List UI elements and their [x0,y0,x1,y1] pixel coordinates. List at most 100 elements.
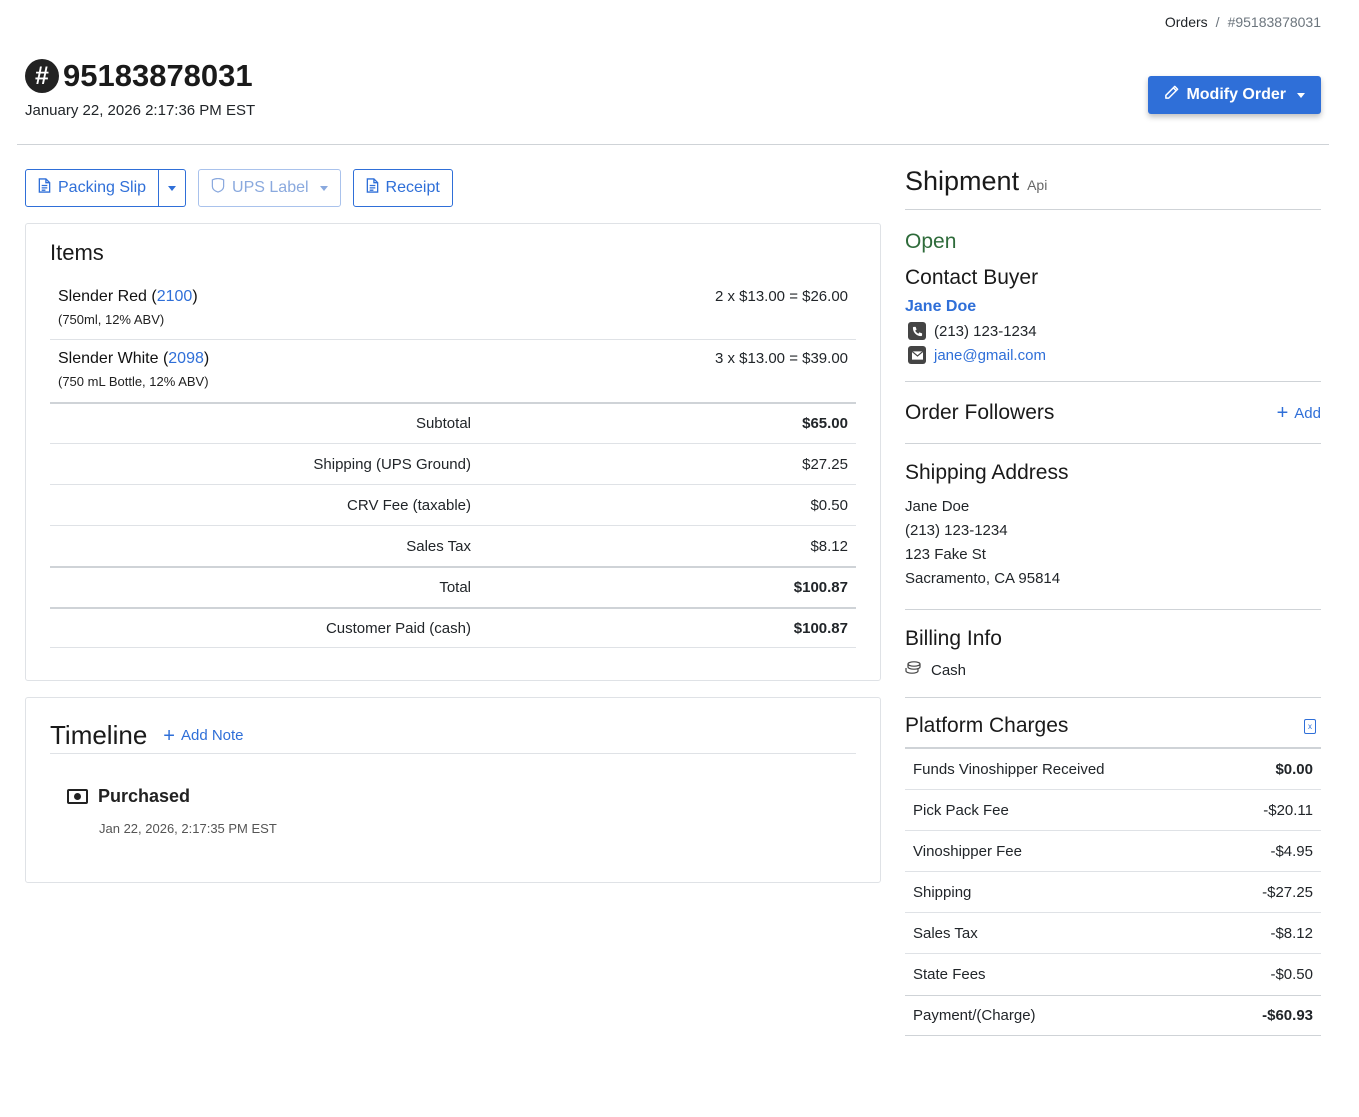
buyer-name-link[interactable]: Jane Doe [905,298,1321,316]
packing-slip-label: Packing Slip [58,179,147,196]
ups-shield-icon [211,177,225,198]
total-label: Customer Paid (cash) [325,619,471,637]
item-sku-link[interactable]: 2098 [168,350,204,367]
status-badge: Open [905,230,957,253]
table-row: Sales Tax -$8.12 [905,913,1321,954]
item-name: Slender White (2098) [58,350,210,367]
chevron-down-icon [1297,92,1305,98]
export-spreadsheet-icon[interactable]: x [1304,718,1316,734]
item-name: Slender Red (2100) [58,288,198,305]
ups-label-text: UPS Label [232,179,309,196]
items-list: Slender Red (2100) (750ml, 12% ABV) 2 x … [50,278,856,402]
pencil-icon [1164,85,1179,105]
plus-icon: + [1276,402,1289,424]
platform-charges-header: Platform Charges x [905,698,1321,749]
total-label: Subtotal [415,415,471,432]
billing-method-text: Cash [931,661,967,679]
page-title: # 95183878031 [25,58,255,94]
charge-label: Funds Vinoshipper Received [913,760,1105,778]
total-label: CRV Fee (taxable) [347,496,471,514]
packing-slip-dropdown-toggle[interactable] [159,169,187,207]
charge-label: State Fees [913,966,986,983]
buyer-phone: (213) 123-1234 [905,322,1321,340]
receipt-label: Receipt [385,179,440,196]
charge-label: Payment/(Charge) [913,1007,1036,1024]
total-label: Sales Tax [406,537,471,555]
table-row: State Fees -$0.50 [905,954,1321,995]
receipt-button[interactable]: Receipt [352,169,453,207]
table-row: Subtotal $65.00 [50,402,856,443]
charge-value: -$8.12 [1270,924,1313,942]
contact-title: Contact Buyer [905,266,1039,289]
buyer-email-link[interactable]: jane@gmail.com [934,347,1046,364]
breadcrumb-orders-link[interactable]: Orders [1165,14,1208,30]
table-row: Shipping -$27.25 [905,872,1321,913]
charge-label: Pick Pack Fee [913,801,1009,819]
timeline-event: Purchased [67,786,856,807]
add-follower-button[interactable]: + Add [1277,403,1321,423]
totals-table: Subtotal $65.00 Shipping (UPS Ground) $2… [50,402,856,648]
chevron-down-icon [168,185,177,191]
phone-icon [908,322,926,340]
charge-value: -$4.95 [1270,842,1313,860]
item-sku-link[interactable]: 2100 [157,288,193,305]
main-column: Packing Slip UPS Label Receipt Items Sle… [25,169,881,883]
buyer-phone-text: (213) 123-1234 [934,322,1037,340]
add-follower-label: Add [1294,404,1321,422]
breadcrumb: Orders / #95183878031 [1165,14,1321,30]
charge-label: Vinoshipper Fee [913,842,1022,860]
envelope-icon [908,346,926,364]
add-note-label: Add Note [180,727,244,744]
packing-slip-button[interactable]: Packing Slip [25,169,160,207]
shipment-source: Api [1027,177,1048,193]
shipping-address-title: Shipping Address [905,461,1069,484]
shipping-address-section: Shipping Address Jane Doe (213) 123-1234… [905,443,1321,609]
table-row: CRV Fee (taxable) $0.50 [50,484,856,525]
table-row: Funds Vinoshipper Received $0.00 [905,749,1321,790]
item-detail: (750 mL Bottle, 12% ABV) [58,374,209,389]
charge-value: -$0.50 [1270,966,1313,983]
hash-icon: # [25,59,59,93]
items-title: Items [50,240,104,265]
total-value: $27.25 [802,455,848,473]
document-actions: Packing Slip UPS Label Receipt [25,169,881,207]
item-price: 3 x $13.00 = $39.00 [714,350,848,367]
table-row: Vinoshipper Fee -$4.95 [905,831,1321,872]
followers-title: Order Followers [905,401,1055,424]
shipment-header: Shipment Api [905,166,1321,210]
platform-charges-section: Platform Charges x Funds Vinoshipper Rec… [905,697,1321,1036]
charge-label: Shipping [913,883,972,901]
breadcrumb-current: #95183878031 [1227,14,1321,30]
timeline-header: Timeline + Add Note [50,720,856,754]
modify-order-button[interactable]: Modify Order [1148,76,1321,114]
list-item: Slender White (2098) (750 mL Bottle, 12%… [50,340,856,402]
timeline-event-date: Jan 22, 2026, 2:17:35 PM EST [99,821,277,836]
platform-charges-title: Platform Charges [905,714,1069,737]
list-item: Slender Red (2100) (750ml, 12% ABV) 2 x … [50,278,856,340]
plus-icon: + [163,724,175,747]
billing-section: Billing Info Cash [905,609,1321,697]
order-number: 95183878031 [63,58,253,93]
timeline-card: Timeline + Add Note Purchased Jan 22, 20… [25,697,881,883]
timeline-event-title: Purchased [98,786,191,806]
table-row: Pick Pack Fee -$20.11 [905,790,1321,831]
sidebar: Shipment Api Open Contact Buyer Jane Doe… [905,166,1321,1036]
item-price: 2 x $13.00 = $26.00 [714,288,848,305]
charge-label: Sales Tax [913,924,978,942]
item-detail: (750ml, 12% ABV) [58,312,165,327]
chevron-down-icon [319,185,328,191]
ups-label-button[interactable]: UPS Label [198,169,341,207]
money-icon [67,789,88,804]
charge-value: -$20.11 [1263,801,1313,819]
add-note-button[interactable]: + Add Note [163,726,243,746]
address-line: Sacramento, CA 95814 [905,570,1061,587]
shipping-address: Jane Doe (213) 123-1234 123 Fake St Sacr… [905,495,1321,591]
table-row: Customer Paid (cash) $100.87 [50,607,856,648]
address-line: Jane Doe [905,498,970,515]
charge-value: $0.00 [1275,760,1313,778]
file-icon [38,178,51,198]
billing-title: Billing Info [905,627,1002,650]
total-value: $8.12 [810,537,848,555]
breadcrumb-separator: / [1215,14,1220,30]
order-header: # 95183878031 January 22, 2026 2:17:36 P… [25,58,255,119]
